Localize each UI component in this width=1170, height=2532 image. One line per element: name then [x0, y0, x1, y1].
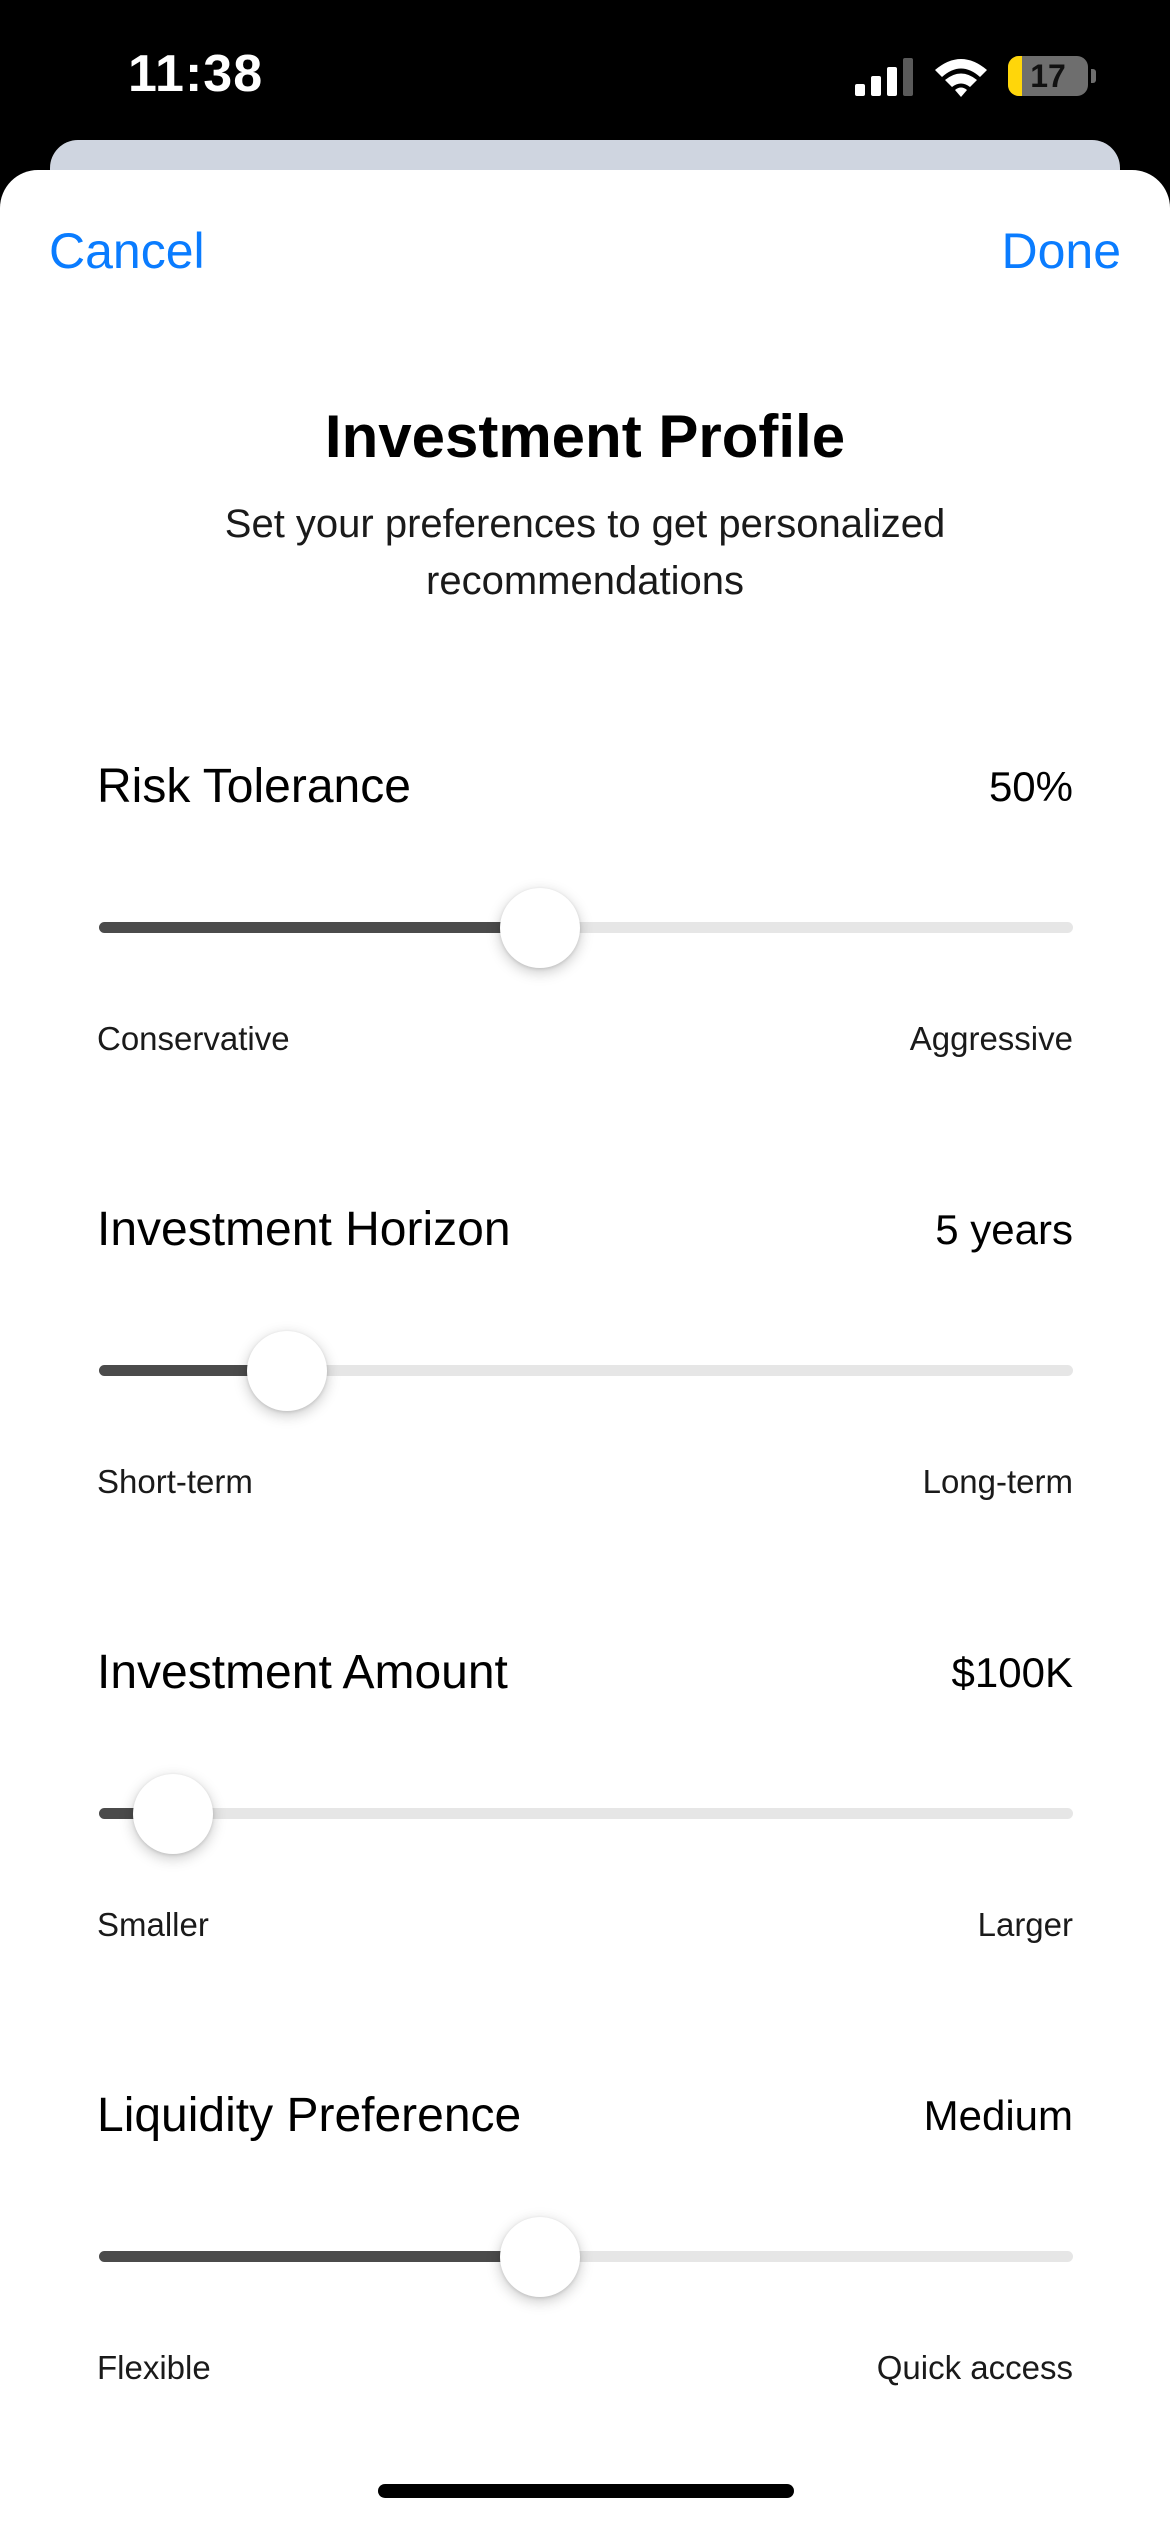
- risk-tolerance-slider[interactable]: [97, 888, 1073, 968]
- liquidity-preference-slider[interactable]: [97, 2217, 1073, 2297]
- slider-thumb[interactable]: [500, 888, 581, 968]
- slider-min-label: Short-term: [97, 1463, 253, 1500]
- slider-label: Risk Tolerance: [97, 760, 411, 813]
- slider-thumb[interactable]: [246, 1331, 327, 1411]
- battery-icon: 17: [1008, 56, 1088, 96]
- slider-min-label: Smaller: [97, 1906, 209, 1943]
- slider-max-label: Quick access: [876, 2349, 1073, 2386]
- page-title: Investment Profile: [324, 403, 846, 470]
- slider-max-label: Long-term: [922, 1463, 1073, 1500]
- slider-fill: [99, 922, 541, 933]
- slider-label: Investment Amount: [97, 1646, 508, 1699]
- investment-amount-slider[interactable]: [97, 1774, 1073, 1854]
- slider-value: 5 years: [935, 1206, 1073, 1253]
- slider-max-label: Larger: [977, 1906, 1073, 1943]
- page-subtitle: Set your preferences to get personalized…: [224, 502, 946, 603]
- investment-amount-section: Investment Amount $100K Smaller Larger: [0, 1643, 1170, 1963]
- investment-horizon-slider[interactable]: [97, 1331, 1073, 1411]
- cellular-signal-icon: [855, 58, 913, 96]
- home-indicator[interactable]: [378, 2484, 794, 2498]
- risk-tolerance-section: Risk Tolerance 50% Conservative Aggressi…: [0, 757, 1170, 1077]
- done-button[interactable]: Done: [1001, 222, 1121, 280]
- slider-track: [99, 1808, 1073, 1819]
- slider-label: Investment Horizon: [97, 1203, 511, 1256]
- slider-thumb[interactable]: [500, 2217, 581, 2297]
- status-bar: 11:38 17: [0, 0, 1170, 150]
- slider-value: 50%: [988, 763, 1073, 810]
- status-time: 11:38: [128, 45, 264, 103]
- cancel-button[interactable]: Cancel: [49, 222, 205, 280]
- wifi-icon: [935, 59, 987, 97]
- slider-min-label: Flexible: [97, 2349, 211, 2386]
- slider-min-label: Conservative: [97, 1020, 290, 1057]
- slider-fill: [99, 2251, 541, 2262]
- slider-label: Liquidity Preference: [97, 2089, 522, 2142]
- investment-horizon-section: Investment Horizon 5 years Short-term Lo…: [0, 1200, 1170, 1520]
- slider-max-label: Aggressive: [909, 1020, 1073, 1057]
- slider-value: Medium: [923, 2092, 1073, 2139]
- slider-thumb[interactable]: [132, 1774, 213, 1854]
- slider-value: $100K: [951, 1649, 1073, 1696]
- liquidity-preference-section: Liquidity Preference Medium Flexible Qui…: [0, 2086, 1170, 2406]
- battery-level-text: 17: [1030, 58, 1066, 94]
- battery-tip: [1091, 69, 1096, 83]
